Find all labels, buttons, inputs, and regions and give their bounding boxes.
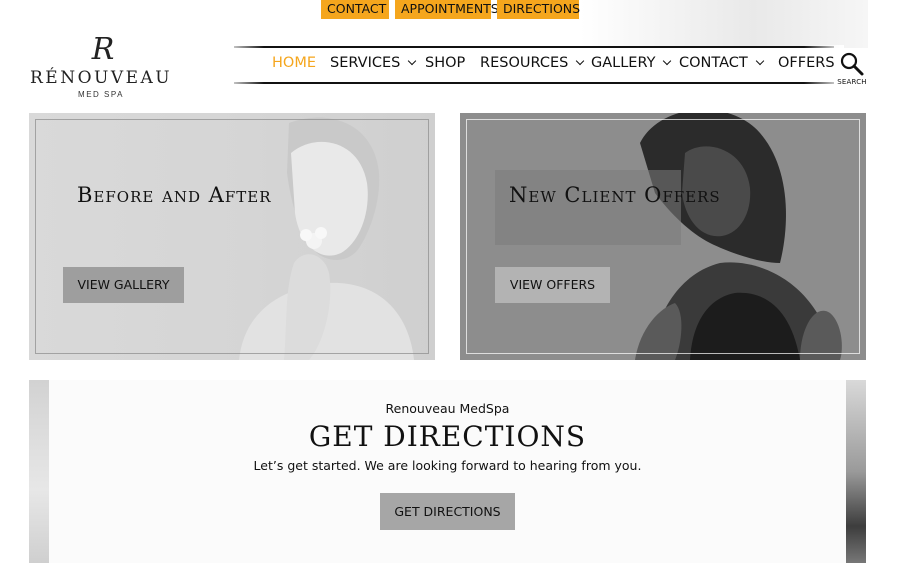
background-image-right <box>846 380 866 563</box>
search-icon <box>839 52 865 78</box>
chevron-down-icon <box>755 56 765 66</box>
top-appointments-button[interactable]: APPOINTMENTS <box>395 0 499 19</box>
nav-item-shop[interactable]: SHOP <box>425 55 480 71</box>
nav-item-label: GALLERY <box>591 55 656 71</box>
top-contact-button[interactable]: CONTACT <box>321 0 389 19</box>
site-logo[interactable]: R RÉNOUVEAU MED SPA <box>30 32 173 100</box>
chevron-down-icon <box>576 56 585 66</box>
header-background <box>580 0 868 48</box>
chevron-down-icon <box>408 56 417 66</box>
view-gallery-button[interactable]: VIEW GALLERY <box>63 267 184 303</box>
logo-mark: R <box>91 32 115 67</box>
panel-frame <box>35 119 429 354</box>
before-after-title: Before and After <box>77 183 272 207</box>
nav-item-label: HOME <box>272 55 316 71</box>
background-image-left <box>29 380 49 563</box>
directions-section: Renouveau MedSpa GET DIRECTIONS Let’s ge… <box>49 380 846 563</box>
nav-item-label: CONTACT <box>679 55 748 71</box>
new-client-offers-title: New Client Offers <box>509 183 721 207</box>
top-directions-button[interactable]: DIRECTIONS <box>497 0 580 19</box>
directions-text: Let’s get started. We are looking forwar… <box>253 458 642 473</box>
search-button[interactable]: SEARCH <box>836 52 868 86</box>
nav-item-services[interactable]: SERVICES <box>330 55 425 71</box>
directions-kicker: Renouveau MedSpa <box>385 401 510 416</box>
top-utility-bar: CONTACT APPOINTMENTS DIRECTIONS <box>321 0 580 19</box>
nav-item-offers[interactable]: OFFERS <box>778 55 835 71</box>
get-directions-button[interactable]: GET DIRECTIONS <box>380 493 515 530</box>
nav-item-label: SERVICES <box>330 55 401 71</box>
search-label: SEARCH <box>837 78 867 86</box>
directions-title: GET DIRECTIONS <box>308 420 587 453</box>
before-after-panel: Before and After VIEW GALLERY <box>29 113 435 360</box>
new-client-offers-panel: New Client Offers VIEW OFFERS <box>460 113 866 360</box>
chevron-down-icon <box>663 56 672 66</box>
nav-item-label: SHOP <box>425 55 466 71</box>
logo-name: RÉNOUVEAU <box>30 68 173 88</box>
nav-item-label: OFFERS <box>778 55 835 71</box>
nav-item-resources[interactable]: RESOURCES <box>480 55 591 71</box>
logo-subtitle: MED SPA <box>78 90 124 99</box>
nav-item-gallery[interactable]: GALLERY <box>591 55 679 71</box>
nav-item-home[interactable]: HOME <box>272 55 330 71</box>
main-nav: HOME SERVICES SHOP RESOURCES GALLERY CON… <box>272 55 835 71</box>
nav-item-contact[interactable]: CONTACT <box>679 55 778 71</box>
view-offers-button[interactable]: VIEW OFFERS <box>495 267 610 303</box>
nav-item-label: RESOURCES <box>480 55 569 71</box>
